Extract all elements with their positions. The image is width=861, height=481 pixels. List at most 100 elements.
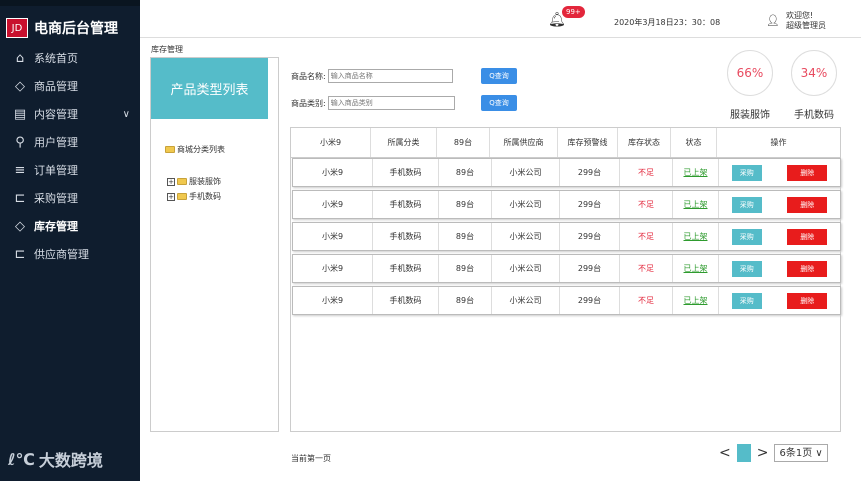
brand-mark: ℓ℃ [8,449,35,469]
cell-warning: 299台 [560,191,620,218]
cell-actions: 采购 删除 [719,223,840,250]
search-name-row: 商品名称: [291,69,453,83]
sidebar-item-label: 采购管理 [34,192,78,205]
cell-quantity: 89台 [439,191,492,218]
sidebar-item-label: 内容管理 [34,108,78,121]
chevron-down-icon[interactable]: ∨ [123,109,130,120]
top-header: 🔔︎ 99+ 2020年3月18日23：30：08 👤︎ 欢迎您! 超级管理员 [140,6,861,38]
sidebar-item-suppliers[interactable]: ⊏ 供应商管理 [0,240,140,268]
cell-stock-status: 不足 [620,191,673,218]
delete-button[interactable]: 删除 [787,228,828,245]
sidebar-item-orders[interactable]: ≡ 订单管理 [0,156,140,184]
list-icon: ≡ [14,162,26,178]
cell-quantity: 89台 [439,255,492,282]
column-header: 89台 [437,128,490,157]
sidebar-item-label: 库存管理 [34,220,78,233]
tree-root[interactable]: 商城分类列表 [165,144,225,155]
current-page-text: 当前第一页 [291,454,331,463]
cell-supplier: 小米公司 [492,287,560,314]
cell-category: 手机数码 [373,255,439,282]
folder-icon [177,193,187,200]
page-size-select[interactable]: 6条1页 ∨ [774,444,828,462]
category-panel-title: 产品类型列表 [151,58,268,119]
cell-status[interactable]: 已上架 [673,223,719,250]
column-header: 所属分类 [371,128,437,157]
query-button[interactable]: Q查询 [481,95,517,111]
delete-button[interactable]: 删除 [787,196,828,213]
prev-page-button[interactable]: < [719,445,731,461]
column-header: 库存状态 [618,128,671,157]
logo-mark: JD [6,18,28,38]
expand-icon[interactable]: + [167,177,175,186]
search-name-input[interactable] [327,69,453,83]
sidebar-item-label: 用户管理 [34,136,78,149]
cell-warning: 299台 [560,159,620,186]
folder-icon [165,146,175,153]
purchase-button[interactable]: 采购 [731,292,762,309]
column-header: 库存预警线 [558,128,618,157]
cell-category: 手机数码 [373,223,439,250]
cell-name: 小米9 [293,223,373,250]
cell-status[interactable]: 已上架 [673,159,719,186]
table-row: 小米9 手机数码 89台 小米公司 299台 不足 已上架 采购 删除 [292,158,841,187]
cell-category: 手机数码 [373,159,439,186]
sidebar-item-products[interactable]: ◇ 商品管理 [0,72,140,100]
stat-label-digital: 手机数码 [794,110,834,121]
cell-status[interactable]: 已上架 [673,191,719,218]
welcome-text: 欢迎您! 超级管理员 [786,11,826,31]
cell-category: 手机数码 [373,287,439,314]
column-header: 所属供应商 [490,128,558,157]
cell-quantity: 89台 [439,159,492,186]
user-role: 超级管理员 [786,21,826,30]
sidebar-item-users[interactable]: ⚲ 用户管理 [0,128,140,156]
next-page-button[interactable]: > [757,445,769,461]
sidebar-item-home[interactable]: ⌂ 系统首页 [0,44,140,72]
table-row: 小米9 手机数码 89台 小米公司 299台 不足 已上架 采购 删除 [292,222,841,251]
stat-circle-clothing: 66% [727,50,773,96]
sidebar-item-purchase[interactable]: ⊏ 采购管理 [0,184,140,212]
tree-node-digital[interactable]: + 手机数码 [167,191,221,202]
supplier-icon: ⊏ [14,246,26,262]
search-category-label: 商品类别: [291,98,326,108]
column-header: 小米9 [291,128,371,157]
cell-actions: 采购 删除 [719,159,840,186]
purchase-button[interactable]: 采购 [731,196,762,213]
table-header: 小米9 所属分类 89台 所属供应商 库存预警线 库存状态 状态 操作 [291,128,840,158]
tree-node-clothing[interactable]: + 服装服饰 [167,176,221,187]
app-logo[interactable]: JD 电商后台管理 [6,18,118,38]
cell-stock-status: 不足 [620,287,673,314]
cell-stock-status: 不足 [620,255,673,282]
cell-stock-status: 不足 [620,223,673,250]
cell-status[interactable]: 已上架 [673,255,719,282]
delete-button[interactable]: 删除 [787,260,828,277]
brand-name: 大数跨境 [38,451,103,470]
current-page-indicator[interactable] [736,444,751,462]
app-title: 电商后台管理 [34,21,118,37]
pagination: < > 6条1页 ∨ [719,444,828,462]
column-header: 状态 [671,128,717,157]
notification-badge: 99+ [562,6,585,18]
cell-name: 小米9 [293,255,373,282]
delete-button[interactable]: 删除 [787,164,828,181]
purchase-button[interactable]: 采购 [731,164,762,181]
search-category-input[interactable] [327,96,455,110]
purchase-button[interactable]: 采购 [731,260,762,277]
cell-status[interactable]: 已上架 [673,287,719,314]
cell-supplier: 小米公司 [492,159,560,186]
cell-name: 小米9 [293,191,373,218]
cell-warning: 299台 [560,255,620,282]
cell-stock-status: 不足 [620,159,673,186]
user-avatar-icon[interactable]: 👤︎ [766,14,780,27]
column-header: 操作 [770,138,787,147]
datetime: 2020年3月18日23：30：08 [614,18,721,27]
cell-actions: 采购 删除 [719,255,840,282]
sidebar-item-inventory[interactable]: ◇ 库存管理 [0,212,140,240]
stat-circle-digital: 34% [791,50,837,96]
search-category-row: 商品类别: [291,96,455,110]
sidebar-item-content[interactable]: ▤ 内容管理 ∨ [0,100,140,128]
purchase-button[interactable]: 采购 [731,228,762,245]
query-button[interactable]: Q查询 [481,68,517,84]
expand-icon[interactable]: + [167,192,175,201]
brand-logo: ℓ℃ 大数跨境 [8,447,103,471]
delete-button[interactable]: 删除 [787,292,828,309]
